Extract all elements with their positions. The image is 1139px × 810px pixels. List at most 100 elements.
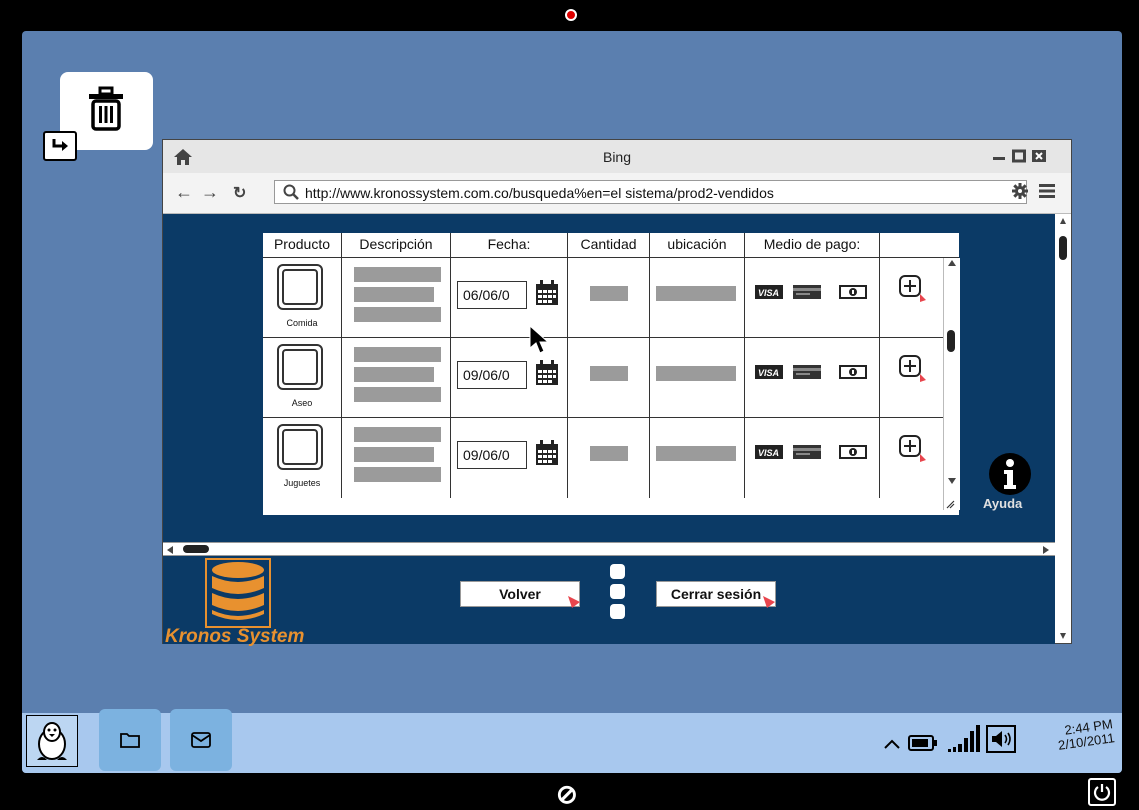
date-input[interactable]: 06/06/0 xyxy=(457,281,527,309)
date-input[interactable]: 09/06/0 xyxy=(457,361,527,389)
credit-card-icon xyxy=(793,445,821,459)
table-row: Juguetes 09/06/0 VISA xyxy=(263,418,943,498)
back-button[interactable]: Volver xyxy=(460,581,580,607)
url-text: http://www.kronossystem.com.co/busqueda%… xyxy=(305,185,774,201)
database-logo-icon xyxy=(205,558,271,633)
date-cell: 09/06/0 xyxy=(451,418,568,498)
credit-card-icon xyxy=(793,365,821,379)
product-cell: Comida xyxy=(263,258,342,338)
product-cell: Aseo xyxy=(263,338,342,418)
products-table: Producto Descripción Fecha: Cantidad ubi… xyxy=(263,233,960,515)
minimize-icon[interactable] xyxy=(991,149,1007,163)
header-producto: Producto xyxy=(263,233,342,258)
product-image[interactable] xyxy=(277,264,323,310)
header-medio-pago: Medio de pago: xyxy=(745,233,880,258)
settings-gear-icon[interactable] xyxy=(1012,183,1028,204)
undo-arrow-icon xyxy=(52,139,68,151)
page-footer: Kronos System Volver Cerrar sesión xyxy=(163,556,1055,647)
product-image[interactable] xyxy=(277,424,323,470)
product-name: Juguetes xyxy=(283,478,321,488)
visa-card-icon: VISA xyxy=(755,445,783,459)
search-icon xyxy=(283,184,299,200)
svg-text:VISA: VISA xyxy=(758,288,779,298)
payment-cell: VISA xyxy=(745,338,880,418)
location-cell xyxy=(650,258,745,338)
credit-card-icon xyxy=(793,285,821,299)
table-row: Aseo 09/06/0 VISA xyxy=(263,338,943,418)
cash-icon xyxy=(839,445,867,459)
cash-icon xyxy=(839,285,867,299)
logo-text: Kronos System xyxy=(165,626,305,647)
calendar-icon[interactable] xyxy=(535,440,559,471)
desktop-screen: Bing ← → ↻ http://www.kronossystem.com.c… xyxy=(22,31,1122,773)
reload-icon[interactable]: ↻ xyxy=(233,183,246,203)
description-cell xyxy=(342,258,451,338)
header-cantidad: Cantidad xyxy=(568,233,650,258)
payment-cell: VISA xyxy=(745,418,880,498)
calendar-icon[interactable] xyxy=(535,280,559,311)
info-icon[interactable] xyxy=(988,452,1032,501)
forward-arrow-icon[interactable]: → xyxy=(201,182,219,203)
volume-icon[interactable] xyxy=(986,725,1016,753)
visa-card-icon: VISA xyxy=(755,285,783,299)
add-icon[interactable] xyxy=(898,434,928,469)
browser-window: Bing ← → ↻ http://www.kronossystem.com.c… xyxy=(162,139,1072,647)
vertical-scrollbar[interactable] xyxy=(1055,214,1071,643)
location-cell xyxy=(650,338,745,418)
chevron-up-icon[interactable] xyxy=(884,739,900,749)
trash-icon xyxy=(89,86,123,131)
power-icon[interactable] xyxy=(1088,778,1116,806)
browser-title: Bing xyxy=(602,149,632,165)
visa-card-icon: VISA xyxy=(755,365,783,379)
action-cell xyxy=(880,338,943,418)
taskbar-mail-button[interactable] xyxy=(170,709,232,771)
dot-icon xyxy=(610,604,625,619)
table-scrollbar[interactable] xyxy=(943,258,960,510)
taskbar-folder-button[interactable] xyxy=(99,709,161,771)
battery-icon xyxy=(908,735,937,751)
browser-titlebar: Bing xyxy=(163,140,1071,174)
mail-icon xyxy=(191,732,211,748)
location-cell xyxy=(650,418,745,498)
description-cell xyxy=(342,338,451,418)
back-arrow-icon[interactable]: ← xyxy=(175,182,193,203)
vertical-scroll-thumb[interactable] xyxy=(1059,236,1067,260)
device-home-icon[interactable]: ⊘ xyxy=(556,781,578,807)
table-scroll-thumb[interactable] xyxy=(947,330,955,352)
dot-icon xyxy=(610,584,625,599)
quantity-cell xyxy=(568,258,650,338)
product-name: Aseo xyxy=(291,398,313,408)
horizontal-scrollbar[interactable] xyxy=(163,542,1055,556)
page-content: Producto Descripción Fecha: Cantidad ubi… xyxy=(163,214,1071,542)
header-ubicacion: ubicación xyxy=(650,233,745,258)
action-cell xyxy=(880,258,943,338)
help-label[interactable]: Ayuda xyxy=(983,496,1022,511)
menu-icon[interactable] xyxy=(1039,184,1055,203)
camera-indicator xyxy=(565,9,577,21)
logout-button[interactable]: Cerrar sesión xyxy=(656,581,776,607)
cash-icon xyxy=(839,365,867,379)
undo-button[interactable] xyxy=(43,131,77,161)
product-image[interactable] xyxy=(277,344,323,390)
add-icon[interactable] xyxy=(898,354,928,389)
date-input[interactable]: 09/06/0 xyxy=(457,441,527,469)
start-button[interactable] xyxy=(26,715,78,767)
header-actions xyxy=(880,233,959,258)
payment-cell: VISA xyxy=(745,258,880,338)
add-icon[interactable] xyxy=(898,274,928,309)
table-row: Comida 06/06/0 VISA xyxy=(263,258,943,338)
folder-icon xyxy=(120,733,140,748)
horizontal-scroll-thumb[interactable] xyxy=(183,545,209,553)
description-cell xyxy=(342,418,451,498)
calendar-icon[interactable] xyxy=(535,360,559,391)
quantity-cell xyxy=(568,338,650,418)
svg-text:VISA: VISA xyxy=(758,448,779,458)
address-bar[interactable]: http://www.kronossystem.com.co/busqueda%… xyxy=(274,180,1027,204)
product-name: Comida xyxy=(286,318,318,328)
maximize-icon[interactable] xyxy=(1011,149,1027,163)
mouse-cursor-icon xyxy=(529,325,550,354)
taskbar-clock[interactable]: 2:44 PM 2/10/2011 xyxy=(1055,716,1115,753)
resize-grip-icon[interactable] xyxy=(945,499,955,509)
signal-icon xyxy=(948,725,980,752)
close-icon[interactable] xyxy=(1031,149,1047,163)
